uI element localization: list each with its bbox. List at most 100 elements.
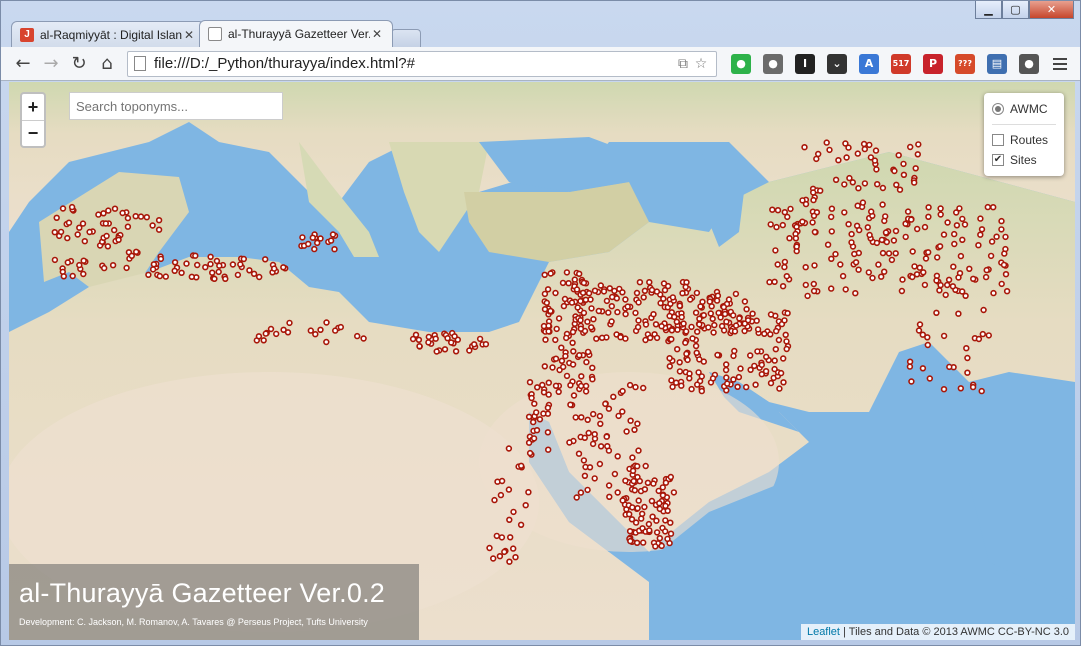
site-marker[interactable] bbox=[178, 269, 185, 277]
site-marker[interactable] bbox=[925, 213, 932, 221]
leaflet-link[interactable]: Leaflet bbox=[807, 626, 840, 638]
site-marker[interactable] bbox=[619, 497, 626, 504]
site-marker[interactable] bbox=[234, 271, 242, 279]
site-marker[interactable] bbox=[273, 330, 280, 338]
site-marker[interactable] bbox=[921, 281, 929, 289]
site-marker[interactable] bbox=[729, 312, 737, 319]
site-marker[interactable] bbox=[879, 201, 886, 208]
site-marker[interactable] bbox=[950, 230, 958, 238]
site-marker[interactable] bbox=[851, 250, 858, 258]
site-marker[interactable] bbox=[692, 309, 700, 316]
site-marker[interactable] bbox=[915, 327, 923, 334]
new-tab-button[interactable] bbox=[391, 29, 421, 47]
overlay-routes[interactable]: Routes bbox=[992, 130, 1056, 150]
site-marker[interactable] bbox=[598, 334, 606, 342]
site-marker[interactable] bbox=[53, 214, 60, 222]
site-marker[interactable] bbox=[698, 373, 705, 380]
site-marker[interactable] bbox=[597, 420, 604, 427]
site-marker[interactable] bbox=[229, 261, 237, 268]
site-marker[interactable] bbox=[657, 299, 664, 307]
site-marker[interactable] bbox=[425, 339, 432, 346]
site-marker[interactable] bbox=[720, 303, 727, 311]
site-marker[interactable] bbox=[680, 320, 687, 327]
site-marker[interactable] bbox=[809, 219, 816, 226]
site-marker[interactable] bbox=[686, 296, 694, 303]
site-marker[interactable] bbox=[622, 335, 629, 342]
site-marker[interactable] bbox=[606, 285, 613, 292]
site-marker[interactable] bbox=[119, 209, 126, 217]
site-marker[interactable] bbox=[639, 384, 647, 392]
site-marker[interactable] bbox=[448, 339, 455, 346]
site-marker[interactable] bbox=[861, 180, 869, 187]
site-marker[interactable] bbox=[725, 296, 733, 303]
site-marker[interactable] bbox=[714, 351, 721, 359]
site-marker[interactable] bbox=[810, 287, 818, 295]
site-marker[interactable] bbox=[533, 427, 541, 434]
site-marker[interactable] bbox=[541, 271, 548, 279]
site-marker[interactable] bbox=[209, 269, 216, 276]
site-marker[interactable] bbox=[773, 223, 780, 231]
site-marker[interactable] bbox=[505, 445, 513, 452]
site-marker[interactable] bbox=[476, 335, 484, 343]
menu-icon[interactable] bbox=[1053, 54, 1073, 74]
site-marker[interactable] bbox=[746, 352, 754, 359]
close-icon[interactable]: ✕ bbox=[370, 27, 384, 41]
site-marker[interactable] bbox=[933, 309, 940, 317]
site-marker[interactable] bbox=[799, 218, 806, 225]
site-marker[interactable] bbox=[162, 273, 170, 280]
book-icon[interactable]: ▤ bbox=[987, 53, 1007, 74]
site-marker[interactable] bbox=[149, 222, 156, 229]
site-marker[interactable] bbox=[866, 141, 873, 149]
site-marker[interactable] bbox=[595, 307, 602, 315]
site-marker[interactable] bbox=[933, 277, 940, 284]
site-marker[interactable] bbox=[676, 302, 683, 309]
site-marker[interactable] bbox=[634, 505, 641, 512]
overlay-sites[interactable]: ✔ Sites bbox=[992, 150, 1056, 170]
site-marker[interactable] bbox=[317, 326, 324, 334]
site-marker[interactable] bbox=[574, 304, 581, 311]
site-marker[interactable] bbox=[589, 410, 597, 418]
site-marker[interactable] bbox=[596, 460, 604, 468]
site-marker[interactable] bbox=[552, 382, 560, 389]
site-marker[interactable] bbox=[143, 214, 151, 221]
site-marker[interactable] bbox=[581, 434, 588, 441]
site-marker[interactable] bbox=[656, 500, 663, 507]
site-marker[interactable] bbox=[559, 363, 567, 371]
site-marker[interactable] bbox=[676, 359, 683, 366]
site-marker[interactable] bbox=[978, 387, 985, 395]
site-marker[interactable] bbox=[741, 320, 748, 327]
site-marker[interactable] bbox=[668, 327, 676, 334]
site-marker[interactable] bbox=[706, 298, 713, 305]
site-marker[interactable] bbox=[545, 328, 552, 335]
site-marker[interactable] bbox=[969, 383, 977, 391]
site-marker[interactable] bbox=[848, 230, 855, 238]
site-marker[interactable] bbox=[626, 381, 634, 389]
site-marker[interactable] bbox=[572, 414, 579, 421]
site-marker[interactable] bbox=[714, 292, 722, 299]
site-marker[interactable] bbox=[124, 223, 132, 230]
site-marker[interactable] bbox=[633, 463, 641, 470]
site-marker[interactable] bbox=[635, 497, 642, 504]
site-marker[interactable] bbox=[666, 363, 673, 370]
translate-icon[interactable]: A bbox=[859, 53, 879, 74]
site-marker[interactable] bbox=[959, 236, 966, 244]
site-marker[interactable] bbox=[605, 309, 612, 316]
site-marker[interactable] bbox=[541, 290, 549, 298]
pinterest-icon[interactable]: P bbox=[923, 53, 943, 74]
site-marker[interactable] bbox=[707, 310, 714, 317]
site-marker[interactable] bbox=[632, 383, 639, 391]
site-marker[interactable] bbox=[871, 157, 879, 164]
site-marker[interactable] bbox=[155, 217, 163, 224]
site-marker[interactable] bbox=[490, 555, 497, 562]
site-marker[interactable] bbox=[305, 240, 312, 248]
site-marker[interactable] bbox=[937, 205, 944, 212]
site-marker[interactable] bbox=[877, 273, 885, 280]
site-marker[interactable] bbox=[879, 184, 887, 192]
site-marker[interactable] bbox=[885, 250, 893, 257]
site-marker[interactable] bbox=[852, 290, 859, 297]
site-marker[interactable] bbox=[879, 249, 887, 257]
site-marker[interactable] bbox=[584, 348, 592, 356]
base-layer-awmc[interactable]: AWMC bbox=[992, 99, 1056, 119]
elephant-icon[interactable]: ● bbox=[1019, 53, 1039, 74]
site-marker[interactable] bbox=[622, 310, 629, 318]
